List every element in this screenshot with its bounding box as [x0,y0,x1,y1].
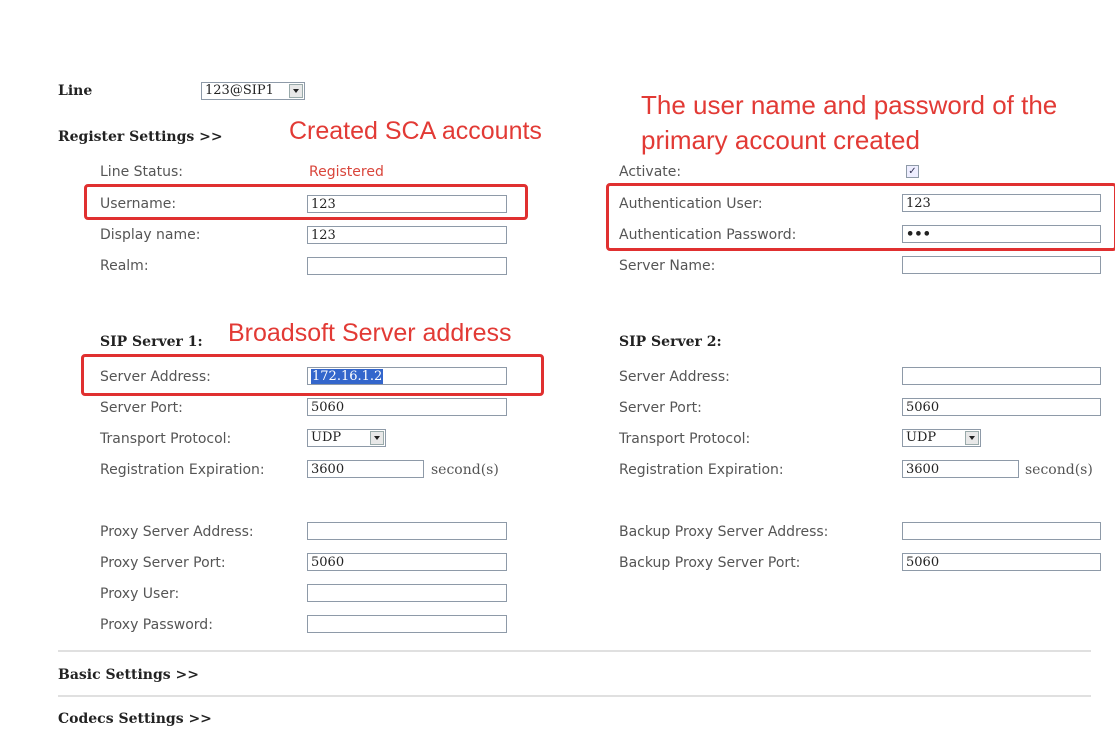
annotation-primary-line2: primary account created [641,125,920,155]
proxy-user-label: Proxy User: [100,586,180,602]
proxy-port-input[interactable]: 5060 [307,553,507,571]
divider [58,695,1091,697]
proxy-port-label: Proxy Server Port: [100,555,226,571]
sip2-expiration-input[interactable]: 3600 [902,460,1019,478]
basic-settings-link[interactable]: Basic Settings >> [58,667,199,683]
sip2-transport-label: Transport Protocol: [619,431,751,447]
sip2-server-address-label: Server Address: [619,369,730,385]
line-status-value: Registered [309,164,384,180]
backup-proxy-port-label: Backup Proxy Server Port: [619,555,801,571]
server-name-input[interactable] [902,256,1101,274]
server-name-label: Server Name: [619,258,716,274]
sip2-server-address-input[interactable] [902,367,1101,385]
proxy-address-input[interactable] [307,522,507,540]
display-name-input[interactable]: 123 [307,226,507,244]
chevron-down-icon [965,431,979,445]
chevron-down-icon [370,431,384,445]
annotation-broadsoft: Broadsoft Server address [228,319,512,347]
backup-proxy-port-input[interactable]: 5060 [902,553,1101,571]
sip-server-1-title: SIP Server 1: [100,334,203,350]
proxy-password-input[interactable] [307,615,507,633]
annotation-sca: Created SCA accounts [289,117,542,145]
line-select-value: 123@SIP1 [205,83,274,98]
chevron-down-icon [289,84,303,98]
activate-label: Activate: [619,164,682,180]
highlight-box-server-address [81,354,544,396]
realm-label: Realm: [100,258,149,274]
sip1-expiration-unit: second(s) [431,462,499,478]
sip2-transport-select[interactable]: UDP [902,429,981,447]
codecs-settings-link[interactable]: Codecs Settings >> [58,711,212,727]
sip-server-2-title: SIP Server 2: [619,334,722,350]
sip1-transport-label: Transport Protocol: [100,431,232,447]
highlight-box-username [84,184,528,220]
sip1-transport-value: UDP [311,430,342,445]
sip1-server-port-input[interactable]: 5060 [307,398,507,416]
highlight-box-auth [606,183,1115,251]
sip1-expiration-input[interactable]: 3600 [307,460,424,478]
proxy-user-input[interactable] [307,584,507,602]
proxy-address-label: Proxy Server Address: [100,524,254,540]
sip1-expiration-label: Registration Expiration: [100,462,265,478]
sip2-expiration-label: Registration Expiration: [619,462,784,478]
register-settings-link[interactable]: Register Settings >> [58,129,223,145]
sip2-server-port-label: Server Port: [619,400,702,416]
activate-checkbox[interactable]: ✓ [906,165,919,178]
annotation-primary-line1: The user name and password of the [641,90,1058,120]
check-icon: ✓ [908,166,917,177]
display-name-label: Display name: [100,227,201,243]
realm-input[interactable] [307,257,507,275]
line-label: Line [58,83,93,99]
line-select[interactable]: 123@SIP1 [201,82,305,100]
sip1-transport-select[interactable]: UDP [307,429,386,447]
sip2-expiration-unit: second(s) [1025,462,1093,478]
sip2-transport-value: UDP [906,430,937,445]
backup-proxy-address-input[interactable] [902,522,1101,540]
divider [58,650,1091,652]
line-status-label: Line Status: [100,164,183,180]
proxy-password-label: Proxy Password: [100,617,213,633]
sip1-server-port-label: Server Port: [100,400,183,416]
backup-proxy-address-label: Backup Proxy Server Address: [619,524,829,540]
sip2-server-port-input[interactable]: 5060 [902,398,1101,416]
